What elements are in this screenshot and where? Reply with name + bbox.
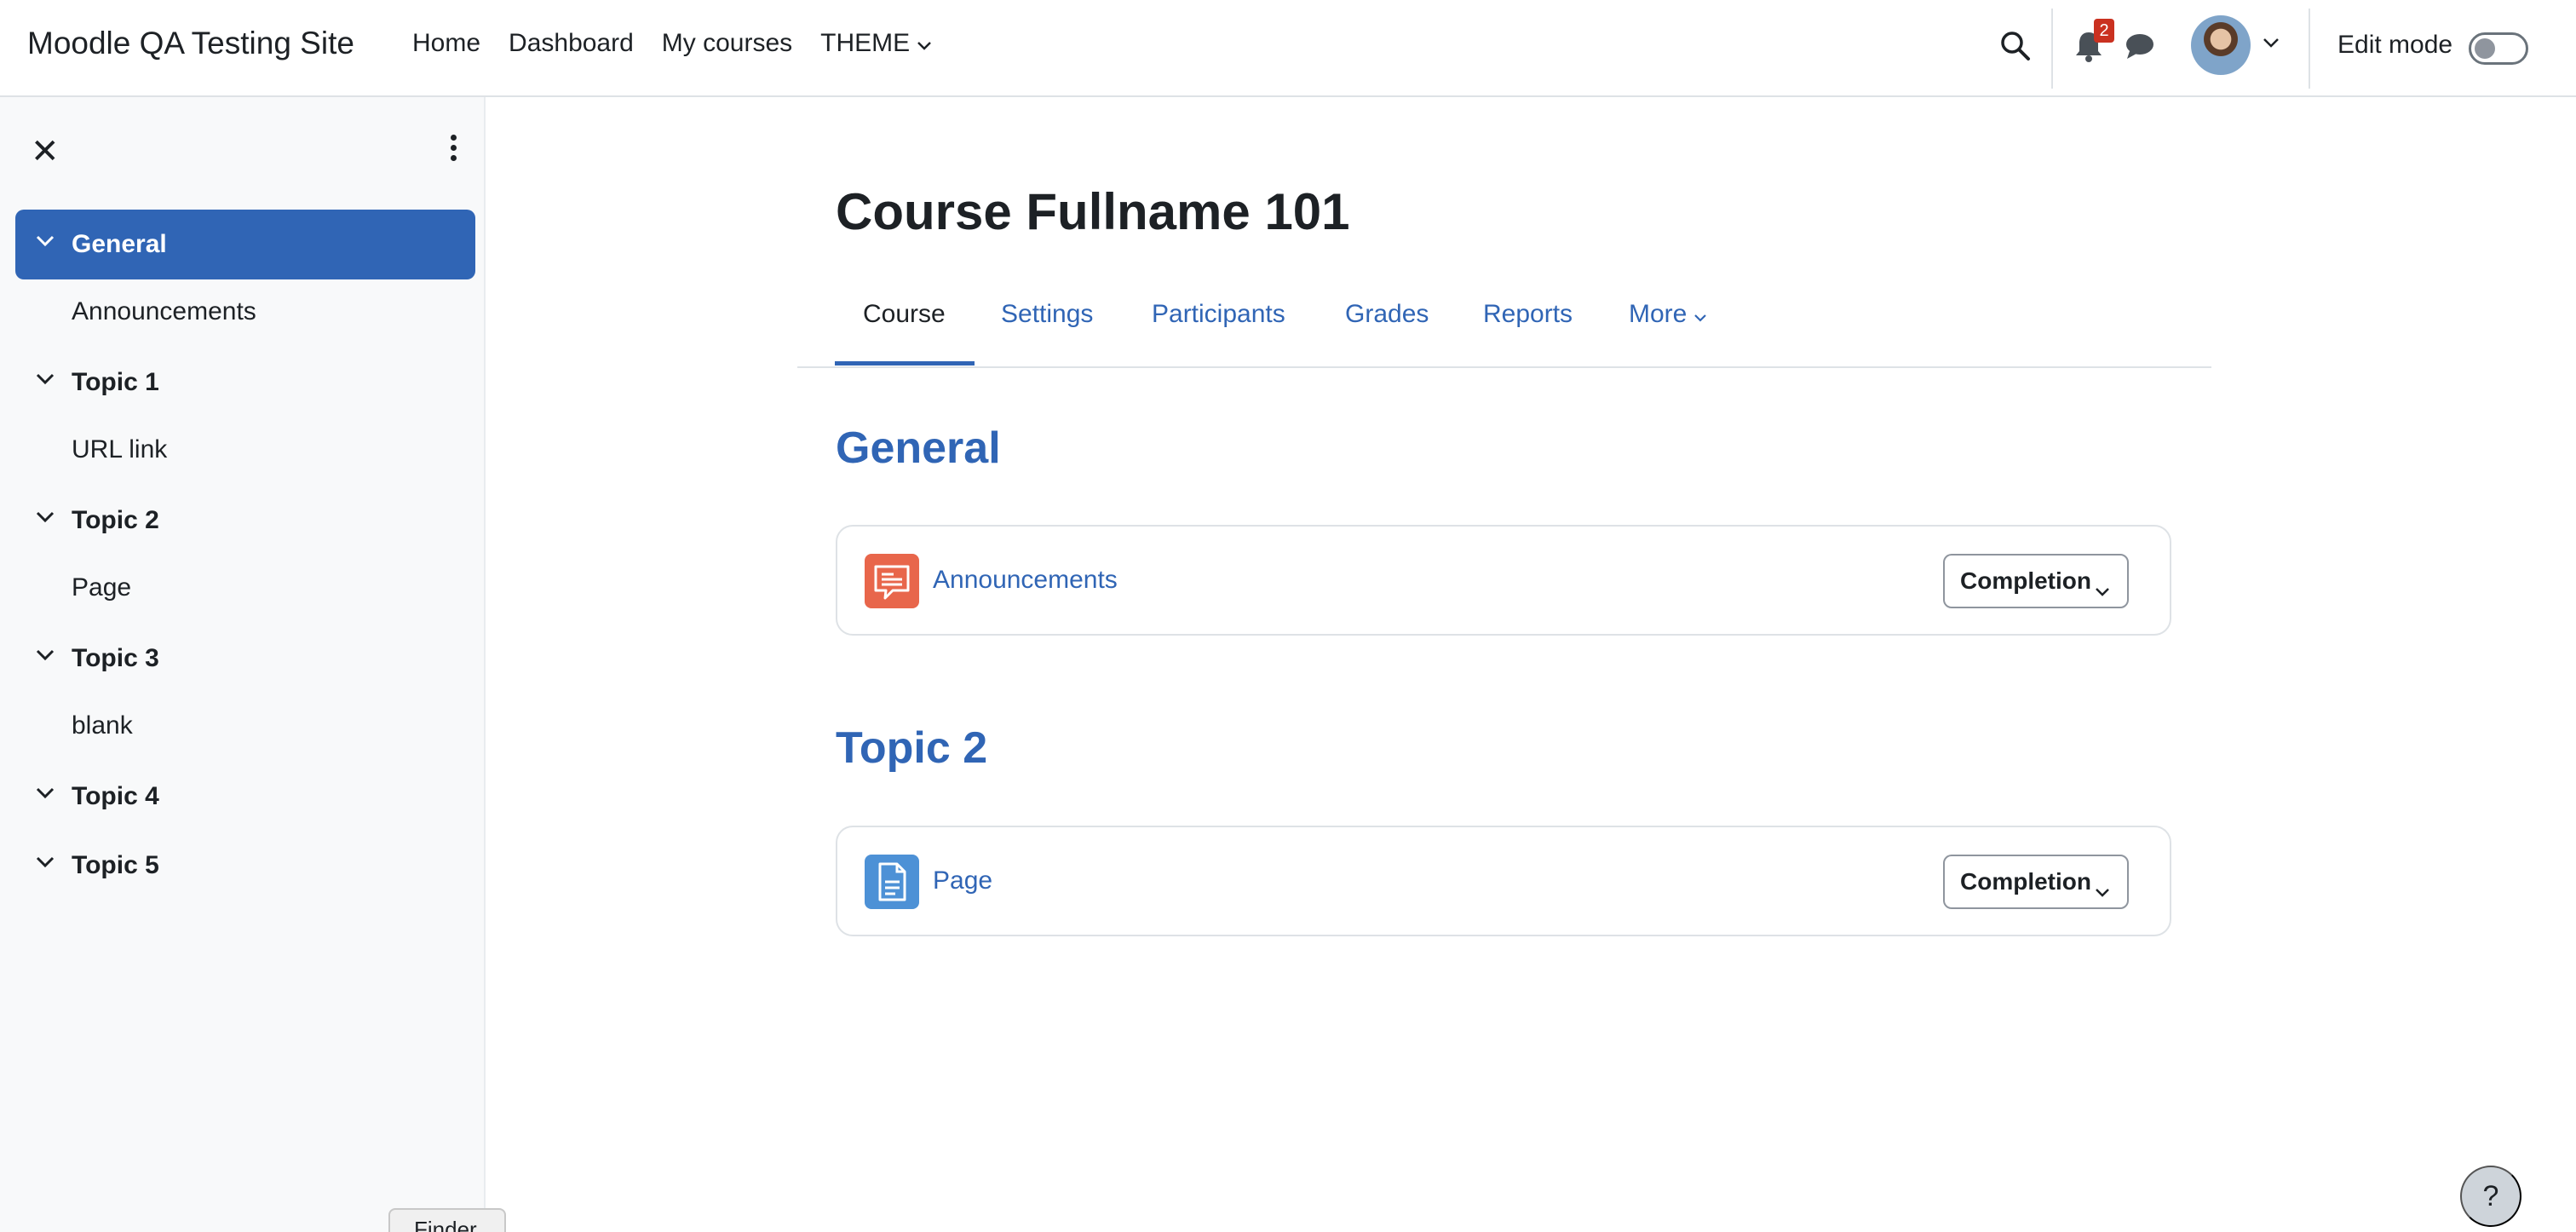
nav-theme-dropdown[interactable]: THEME bbox=[820, 29, 932, 58]
edit-mode-toggle[interactable] bbox=[2469, 32, 2528, 65]
section-title[interactable]: General bbox=[836, 423, 1001, 474]
nav-my-courses-label: My courses bbox=[661, 29, 793, 57]
more-options-icon[interactable] bbox=[445, 135, 462, 169]
navbar-divider bbox=[2309, 9, 2310, 89]
chevron-down-icon[interactable] bbox=[36, 856, 55, 872]
nav-my-courses-link[interactable]: My courses bbox=[662, 29, 792, 58]
edit-mode-label: Edit mode bbox=[2337, 31, 2453, 59]
completion-label: Completion bbox=[1960, 868, 2091, 895]
chevron-down-icon[interactable] bbox=[36, 787, 55, 803]
nav-home-link[interactable]: Home bbox=[412, 29, 480, 58]
course-index-section-label: General bbox=[72, 230, 167, 258]
finder-tooltip: Finder bbox=[388, 1208, 506, 1232]
completion-dropdown-button[interactable]: Completion bbox=[1943, 554, 2129, 608]
chevron-down-icon[interactable] bbox=[36, 649, 55, 665]
navbar-divider bbox=[2051, 9, 2053, 89]
primary-navigation: Home Dashboard My courses THEME bbox=[412, 29, 960, 58]
chevron-down-icon bbox=[1693, 300, 1707, 329]
course-index-activity-link[interactable]: blank bbox=[72, 711, 133, 740]
page-title: Course Fullname 101 bbox=[836, 183, 1350, 240]
top-navbar: Moodle QA Testing Site Home Dashboard My… bbox=[0, 0, 2576, 97]
forum-icon bbox=[865, 554, 919, 608]
page-icon bbox=[865, 855, 919, 909]
activity-link-page[interactable]: Page bbox=[933, 866, 992, 895]
help-button[interactable]: ? bbox=[2460, 1166, 2521, 1227]
course-index-section[interactable]: Topic 3 bbox=[15, 624, 475, 694]
course-index-section-label: Topic 1 bbox=[72, 368, 159, 396]
section-title[interactable]: Topic 2 bbox=[836, 723, 987, 774]
course-index-drawer: ✕ General Announcements Topic 1 URL link Top… bbox=[0, 97, 486, 1232]
course-index-section[interactable]: Topic 4 bbox=[15, 762, 475, 832]
tab-participants[interactable]: Participants bbox=[1152, 300, 1285, 329]
course-index-section-label: Topic 3 bbox=[72, 644, 159, 672]
tab-more[interactable]: More bbox=[1629, 300, 1707, 329]
secondary-navigation: Course Settings Participants Grades Repo… bbox=[797, 281, 2211, 368]
activity-card: Page Completion bbox=[836, 826, 2171, 936]
tab-more-label: More bbox=[1629, 300, 1688, 328]
chevron-down-icon[interactable] bbox=[36, 511, 55, 527]
course-index-section[interactable]: Topic 2 bbox=[15, 486, 475, 556]
nav-theme-label: THEME bbox=[820, 29, 911, 57]
tab-grades[interactable]: Grades bbox=[1345, 300, 1429, 329]
course-index-section[interactable]: Topic 5 bbox=[15, 831, 475, 901]
course-index-section-label: Topic 5 bbox=[72, 851, 159, 879]
course-index-activity-link[interactable]: Page bbox=[72, 573, 131, 602]
search-icon[interactable] bbox=[1998, 29, 2033, 63]
course-index-section[interactable]: Topic 1 bbox=[15, 348, 475, 417]
course-index-section-label: Topic 4 bbox=[72, 782, 159, 810]
course-index-activity-link[interactable]: URL link bbox=[72, 435, 167, 464]
completion-label: Completion bbox=[1960, 567, 2091, 594]
nav-dashboard-label: Dashboard bbox=[509, 29, 634, 57]
nav-home-label: Home bbox=[412, 29, 481, 57]
nav-dashboard-link[interactable]: Dashboard bbox=[509, 29, 634, 58]
close-drawer-icon[interactable]: ✕ bbox=[31, 135, 60, 169]
course-index-section-label: Topic 2 bbox=[72, 506, 159, 534]
activity-link-announcements[interactable]: Announcements bbox=[933, 566, 1118, 595]
tab-course[interactable]: Course bbox=[863, 300, 946, 329]
activity-card: Announcements Completion bbox=[836, 525, 2171, 636]
chevron-down-icon[interactable] bbox=[36, 235, 55, 251]
user-avatar[interactable] bbox=[2191, 15, 2251, 75]
messages-chat-icon[interactable] bbox=[2123, 29, 2157, 63]
active-tab-indicator bbox=[835, 361, 975, 366]
tab-settings[interactable]: Settings bbox=[1001, 300, 1093, 329]
chevron-down-icon bbox=[2095, 576, 2110, 603]
user-menu-chevron-down-icon[interactable] bbox=[2263, 37, 2280, 54]
course-index-activity-link[interactable]: Announcements bbox=[72, 297, 256, 326]
chevron-down-icon[interactable] bbox=[36, 373, 55, 389]
notification-count-badge: 2 bbox=[2094, 19, 2114, 43]
completion-dropdown-button[interactable]: Completion bbox=[1943, 855, 2129, 909]
site-name-link[interactable]: Moodle QA Testing Site bbox=[27, 26, 354, 61]
chevron-down-icon bbox=[917, 29, 932, 58]
chevron-down-icon bbox=[2095, 877, 2110, 904]
course-index-section[interactable]: General bbox=[15, 210, 475, 279]
tab-reports[interactable]: Reports bbox=[1483, 300, 1573, 329]
